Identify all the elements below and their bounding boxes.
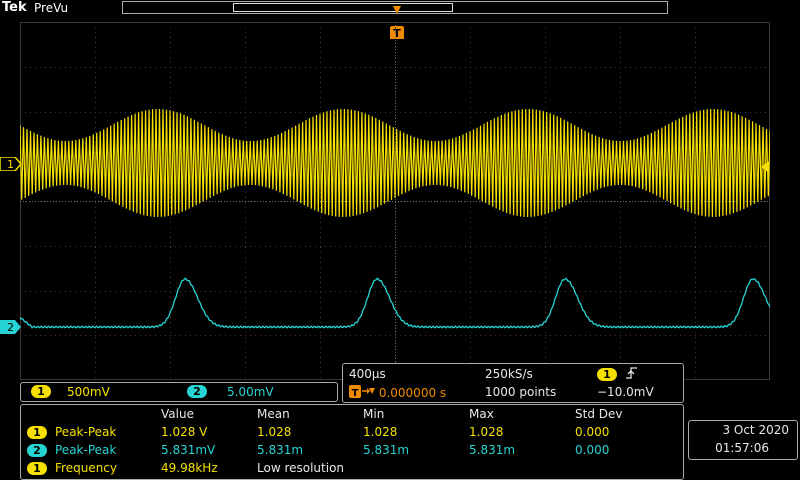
col-header-min: Min (363, 407, 385, 421)
trigger-delay: T 0.000000 s (349, 385, 446, 400)
row-value: 1.028 V (161, 425, 208, 439)
acquisition-mode: PreVu (34, 1, 69, 15)
ch2-waveform (20, 277, 770, 329)
ch1-badge: 1 (31, 385, 51, 398)
ch2-scale: 5.00mV (227, 385, 274, 399)
horizontal-trigger-panel[interactable]: 400µs 250kS/s 1 T 0.000000 s 1000 points… (342, 363, 684, 403)
row-channel-badge: 1 (27, 462, 47, 475)
vertical-scale-panel[interactable]: 1 500mV 2 5.00mV (20, 382, 338, 402)
row-measure-name: Peak-Peak (55, 425, 117, 439)
row-max: 5.831m (469, 443, 516, 457)
measurements-panel[interactable]: Value Mean Min Max Std Dev 1 Peak-Peak 1… (20, 404, 684, 480)
row-value: 49.98kHz (161, 461, 218, 475)
row-mean: 1.028 (257, 425, 292, 439)
trigger-level: −10.0mV (597, 385, 654, 399)
graticule (20, 22, 770, 380)
ch1-ground-marker[interactable]: 1 (0, 156, 22, 175)
date: 3 Oct 2020 (722, 423, 789, 437)
row-std-dev: 0.000 (575, 443, 610, 457)
row-measure-name: Peak-Peak (55, 443, 117, 457)
sample-rate: 250kS/s (485, 367, 533, 381)
record-view-window[interactable] (233, 3, 453, 12)
horizontal-scale: 400µs (349, 367, 386, 381)
row-measure-name: Frequency (55, 461, 117, 475)
waveform-display[interactable] (20, 22, 770, 380)
trigger-level-marker[interactable] (760, 158, 770, 177)
ch2-ground-marker[interactable]: 2 (0, 319, 22, 338)
trigger-source-badge: 1 (597, 367, 617, 381)
brand-logo: Tek (2, 0, 27, 15)
trigger-level-icon (761, 161, 769, 173)
row-min: 1.028 (363, 425, 398, 439)
ch2-badge: 2 (187, 385, 207, 398)
trigger-delay-icon: T (349, 385, 375, 399)
row-min: 5.831m (363, 443, 410, 457)
row-std-dev: 0.000 (575, 425, 610, 439)
col-header-std-dev: Std Dev (575, 407, 623, 421)
svg-text:2: 2 (7, 321, 14, 334)
row-max: 1.028 (469, 425, 504, 439)
ch1-scale: 500mV (67, 385, 110, 399)
time: 01:57:06 (715, 441, 769, 455)
row-channel-badge: 2 (27, 444, 47, 457)
svg-text:T: T (352, 388, 359, 399)
row-mean: 5.831m (257, 443, 304, 457)
col-header-value: Value (161, 407, 194, 421)
record-length: 1000 points (485, 385, 557, 399)
rising-edge-icon (625, 366, 639, 383)
date-time-display[interactable]: 3 Oct 2020 01:57:06 (688, 420, 798, 460)
row-value: 5.831mV (161, 443, 216, 457)
row-mean: Low resolution (257, 461, 345, 475)
col-header-mean: Mean (257, 407, 290, 421)
svg-text:1: 1 (7, 158, 14, 171)
col-header-max: Max (469, 407, 494, 421)
row-channel-badge: 1 (27, 426, 47, 439)
